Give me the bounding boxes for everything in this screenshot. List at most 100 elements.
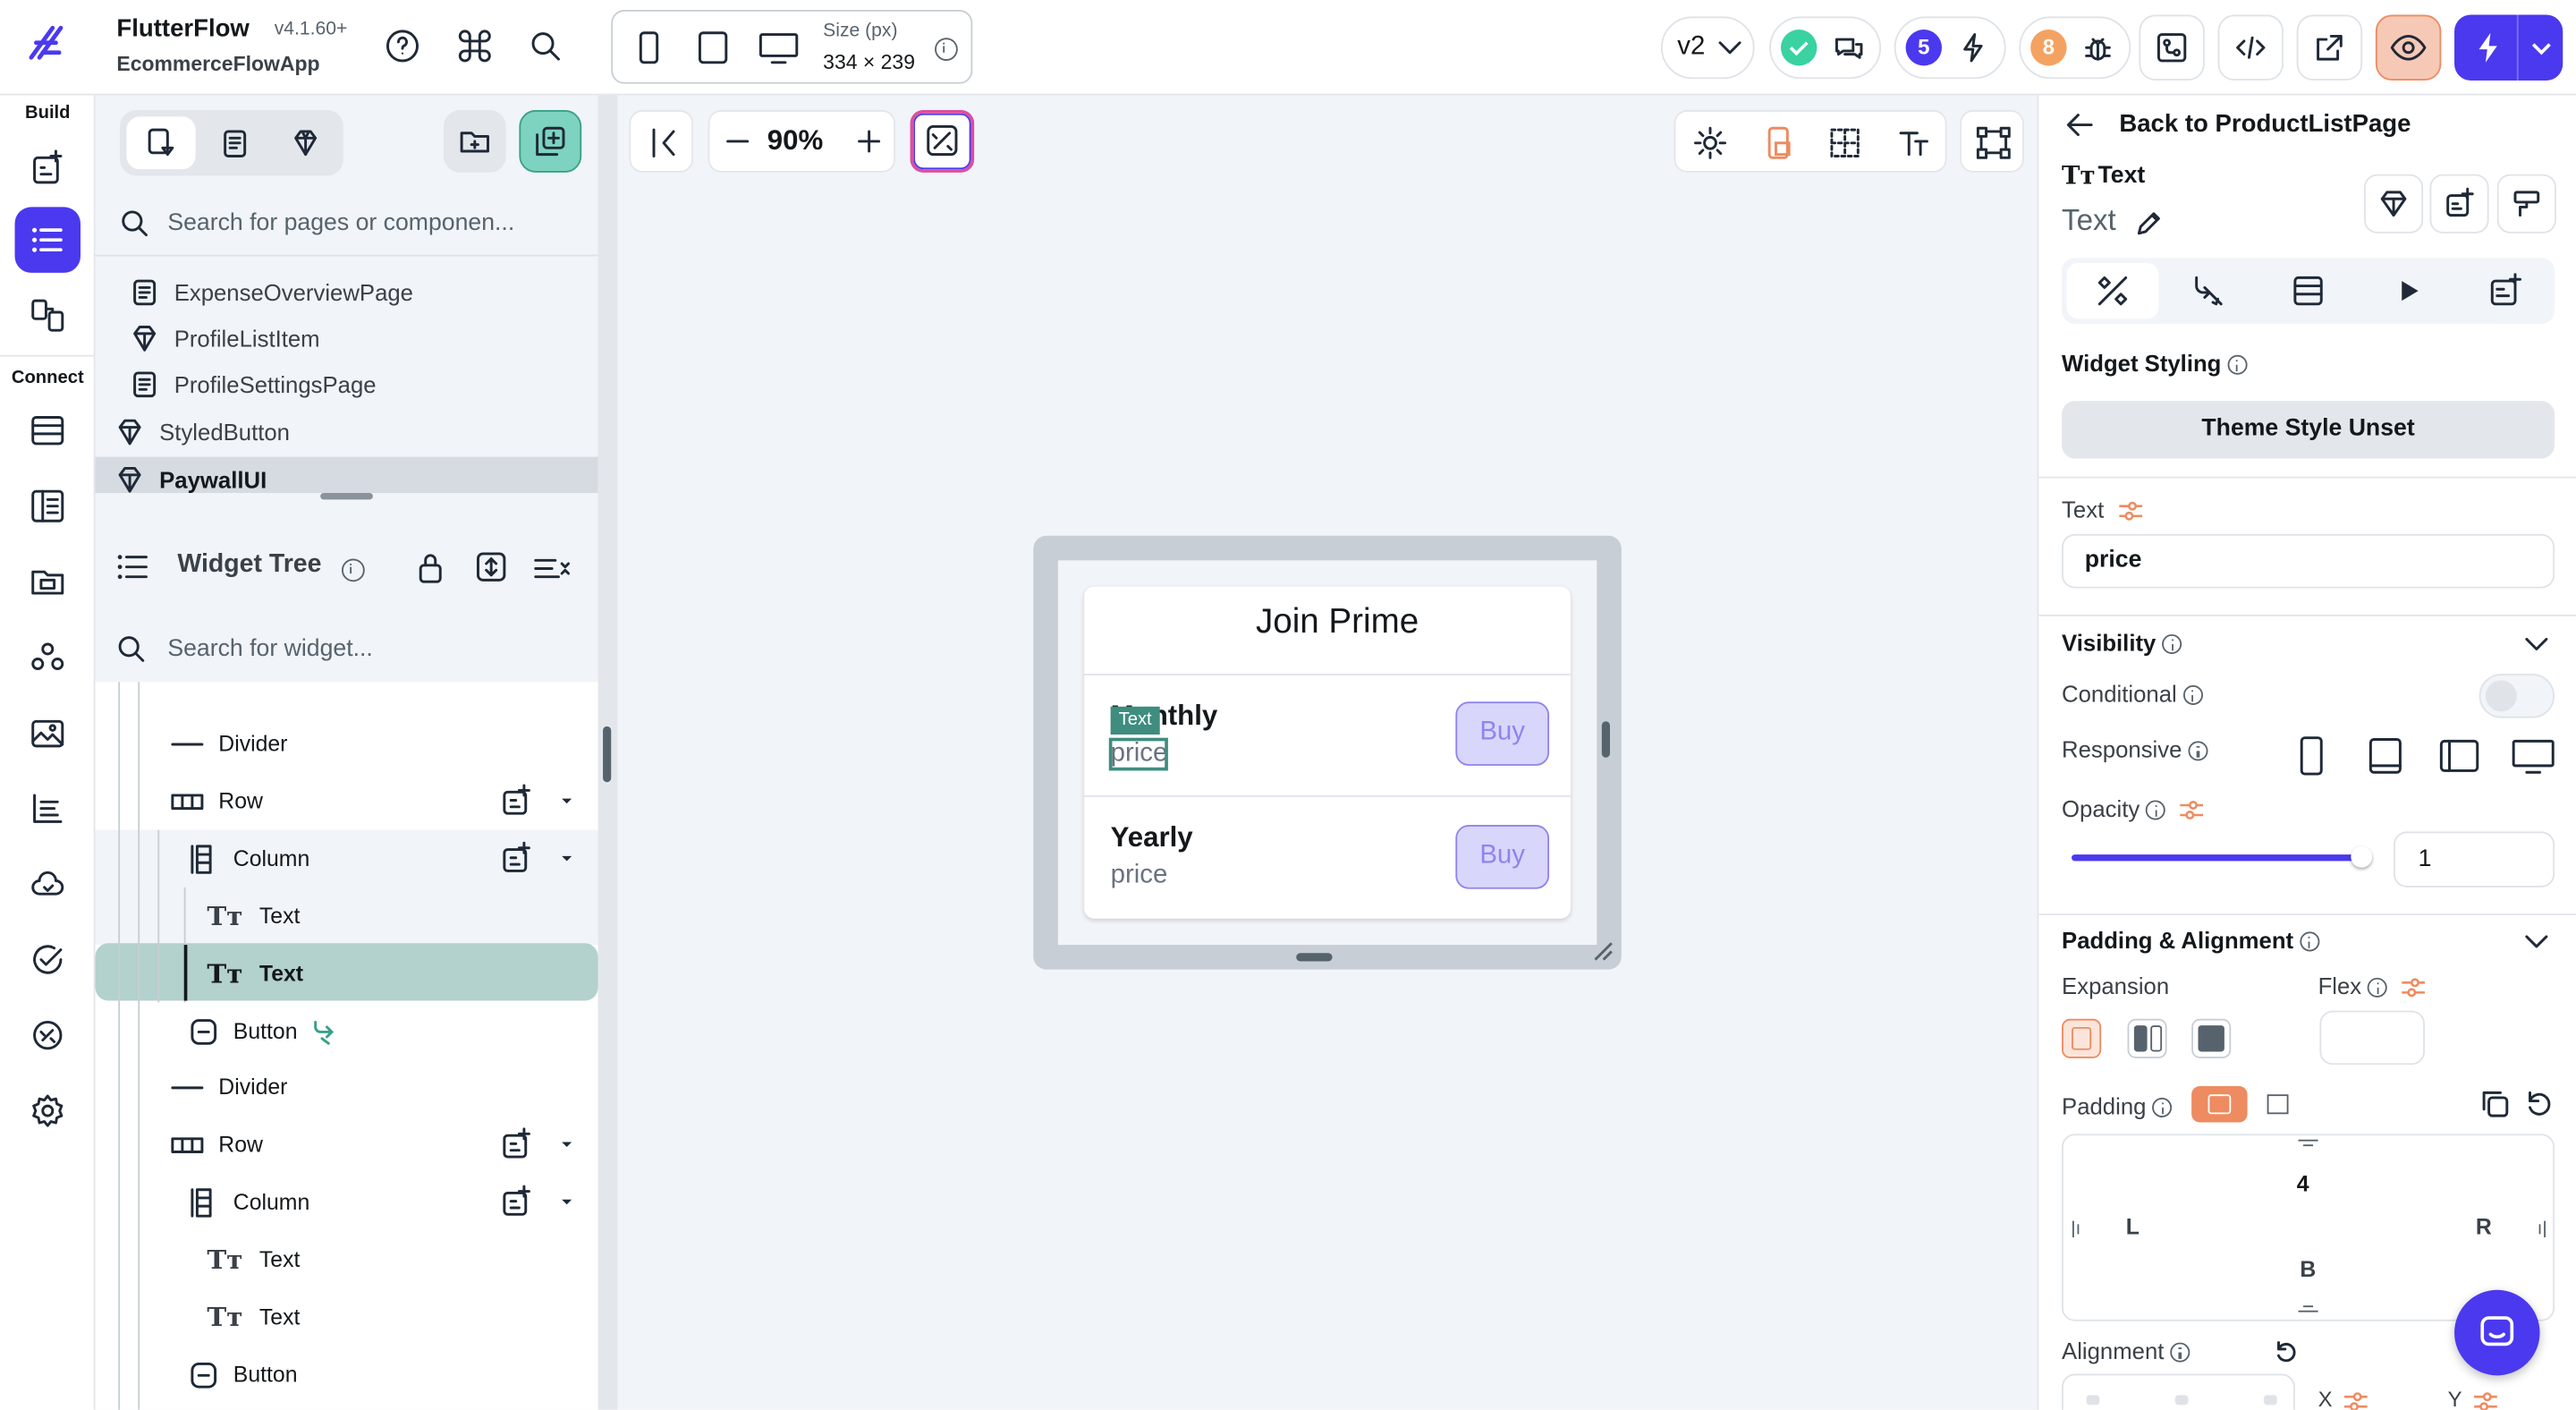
pad-left-handle[interactable] [2072, 1218, 2081, 1241]
actions-tab-icon[interactable] [2190, 273, 2225, 309]
collaborators-pill[interactable]: 5 [1894, 16, 2006, 80]
opacity-slider[interactable] [2072, 845, 2373, 868]
expand-collapse-icon[interactable] [473, 548, 509, 584]
chevron-down-icon[interactable] [2527, 33, 2556, 63]
team-library-icon[interactable] [15, 624, 80, 690]
run-button[interactable] [2454, 14, 2563, 81]
pad-top-handle[interactable] [2292, 1139, 2325, 1149]
zoom-out-icon[interactable] [723, 126, 752, 156]
resize-corner-icon[interactable] [1592, 940, 1615, 964]
tree-row-row[interactable]: Row [96, 1116, 598, 1173]
zoom-in-icon[interactable] [854, 126, 884, 156]
widget-search-box[interactable]: Search for widget... [96, 618, 598, 681]
info-icon[interactable] [2227, 355, 2248, 376]
responsive-desktop-icon[interactable] [2510, 735, 2555, 777]
tree-row-text[interactable]: Tт Text [96, 888, 598, 945]
yearly-price[interactable]: price [1111, 861, 1168, 890]
page-item-paywall-ui[interactable]: PaywallUI [95, 456, 598, 494]
open-external-icon[interactable] [2296, 14, 2363, 81]
widget-tree-icon[interactable] [14, 207, 80, 273]
responsive-tablet-landscape-icon[interactable] [2438, 735, 2481, 777]
chevron-down-icon[interactable] [2521, 927, 2551, 956]
theme-style-button[interactable]: Theme Style Unset [2062, 401, 2555, 459]
version-dropdown[interactable]: v2 [1660, 16, 1755, 80]
pad-right-handle[interactable] [2537, 1218, 2546, 1241]
widget-tree-info-icon[interactable] [335, 556, 365, 585]
tablet-icon[interactable] [695, 30, 731, 65]
support-chat-button[interactable] [2454, 1289, 2540, 1376]
tests-icon[interactable] [15, 927, 80, 992]
settings-gear-icon[interactable] [15, 1078, 80, 1143]
api-calls-icon[interactable] [15, 473, 80, 539]
canvas-settings-icon[interactable] [1960, 110, 2024, 173]
add-folder-icon[interactable] [443, 110, 506, 173]
alignment-grid[interactable] [2062, 1373, 2295, 1410]
page-item-expense-overview[interactable]: ExpenseOverviewPage [96, 269, 598, 315]
frame-resize-handle-right[interactable] [1601, 721, 1610, 758]
database-icon[interactable] [15, 397, 80, 463]
flutterflow-logo[interactable] [23, 20, 72, 69]
collapse-panel-icon[interactable] [629, 110, 694, 173]
issues-pill[interactable]: 8 [2019, 16, 2131, 80]
status-pill[interactable] [1769, 16, 1882, 80]
info-icon[interactable] [2170, 1343, 2190, 1363]
generated-code-tab-icon[interactable] [2487, 273, 2523, 309]
responsive-phone-icon[interactable] [2293, 735, 2329, 777]
pad-bottom-handle[interactable] [2292, 1304, 2325, 1314]
tree-row-text[interactable]: Tт Text [96, 1288, 598, 1346]
tree-row-text-selected[interactable]: Tт Text [96, 945, 598, 1002]
integrations-icon[interactable] [15, 1002, 80, 1067]
opacity-input[interactable]: 1 [2394, 831, 2555, 888]
ai-gen-icon[interactable] [910, 110, 975, 173]
info-icon[interactable] [2188, 741, 2208, 761]
zoom-value[interactable]: 90% [767, 125, 824, 158]
tree-row-button[interactable]: Button [96, 1346, 598, 1403]
flex-input[interactable] [2319, 1010, 2425, 1066]
phone-icon[interactable] [632, 30, 665, 65]
pad-right-value[interactable]: R [2476, 1214, 2492, 1239]
project-name[interactable]: EcommerceFlowApp [116, 53, 319, 76]
convert-component-icon[interactable] [2364, 174, 2424, 234]
responsive-tablet-icon[interactable] [2366, 735, 2405, 777]
alignment-reset-icon[interactable] [2272, 1338, 2301, 1367]
tree-row-text[interactable]: Tт Text [96, 1231, 598, 1288]
visibility-header[interactable]: Visibility [2062, 629, 2182, 656]
desktop-icon[interactable] [758, 30, 801, 65]
panel-splitter[interactable] [597, 95, 618, 1410]
assets-icon[interactable] [15, 700, 80, 765]
tree-row-divider[interactable]: Divider [96, 1058, 598, 1116]
add-widget-icon[interactable] [2429, 174, 2489, 234]
info-icon[interactable] [2368, 978, 2388, 998]
info-icon[interactable] [2183, 685, 2204, 706]
resize-handle[interactable] [320, 493, 373, 500]
animations-tab-icon[interactable] [2390, 273, 2426, 309]
widget-style-icon[interactable] [2496, 174, 2556, 234]
diamond-tab-icon[interactable] [289, 126, 322, 159]
add-page-button[interactable] [519, 110, 582, 173]
preview-eye-icon[interactable] [2375, 14, 2442, 81]
tree-row-row[interactable]: Row [96, 772, 598, 829]
command-icon[interactable] [455, 26, 495, 65]
page-item-profile-settings[interactable]: ProfileSettingsPage [96, 361, 598, 407]
chevron-down-icon[interactable] [2521, 629, 2551, 658]
back-link[interactable]: Back to ProductListPage [2119, 110, 2411, 138]
light-mode-icon[interactable] [1692, 125, 1728, 161]
opacity-slider-knob[interactable] [2351, 845, 2373, 868]
copy-icon[interactable] [2479, 1088, 2512, 1121]
page-item-profile-list-item[interactable]: ProfileListItem [96, 316, 598, 361]
page-item-styled-button[interactable]: StyledButton [96, 409, 598, 454]
text-value-input[interactable]: price [2062, 533, 2555, 589]
info-icon[interactable] [2162, 634, 2182, 655]
info-icon[interactable] [2152, 1098, 2173, 1118]
expansion-default-icon[interactable] [2062, 1018, 2102, 1058]
splitter-handle[interactable] [603, 726, 612, 783]
padding-all-sides-icon[interactable] [2191, 1086, 2248, 1123]
size-info-icon[interactable] [928, 35, 958, 64]
tree-row-column[interactable]: Column [96, 830, 598, 888]
padding-single-icon[interactable] [2260, 1086, 2296, 1122]
help-icon[interactable] [383, 26, 422, 65]
device-frame-icon[interactable] [1761, 125, 1797, 161]
cloud-icon[interactable] [15, 851, 80, 916]
code-icon[interactable] [2217, 14, 2284, 81]
back-arrow-icon[interactable] [2062, 106, 2097, 142]
